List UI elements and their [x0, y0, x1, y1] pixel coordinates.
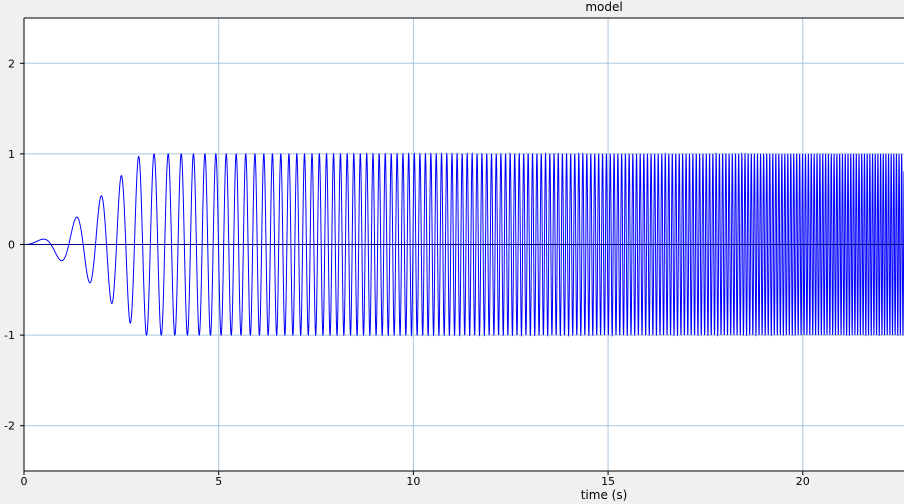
x-tick-label: 20 — [796, 475, 810, 488]
chart-container: 2 1 0 -1 -2 0 5 10 15 20 model time (s) — [0, 0, 904, 504]
x-tick-label: 0 — [21, 475, 28, 488]
x-axis-label: time (s) — [581, 488, 628, 502]
chart: 210-1-2 0 5 10 15 20 model time (s) — [4, 0, 904, 502]
x-tick-label: 15 — [601, 475, 615, 488]
y-tick-label: 0 — [8, 239, 15, 252]
x-tick-label: 10 — [406, 475, 420, 488]
x-tick-label: 5 — [215, 475, 222, 488]
y-ticks: 2 1 0 -1 -2 — [4, 57, 24, 433]
y-tick-label: -2 — [4, 420, 15, 433]
chart-title: model — [585, 0, 622, 14]
x-ticks: 0 5 10 15 20 — [21, 471, 810, 488]
y-tick-label: 2 — [8, 57, 15, 70]
y-tick-label: -1 — [4, 329, 15, 342]
y-tick-label: 1 — [8, 148, 15, 161]
